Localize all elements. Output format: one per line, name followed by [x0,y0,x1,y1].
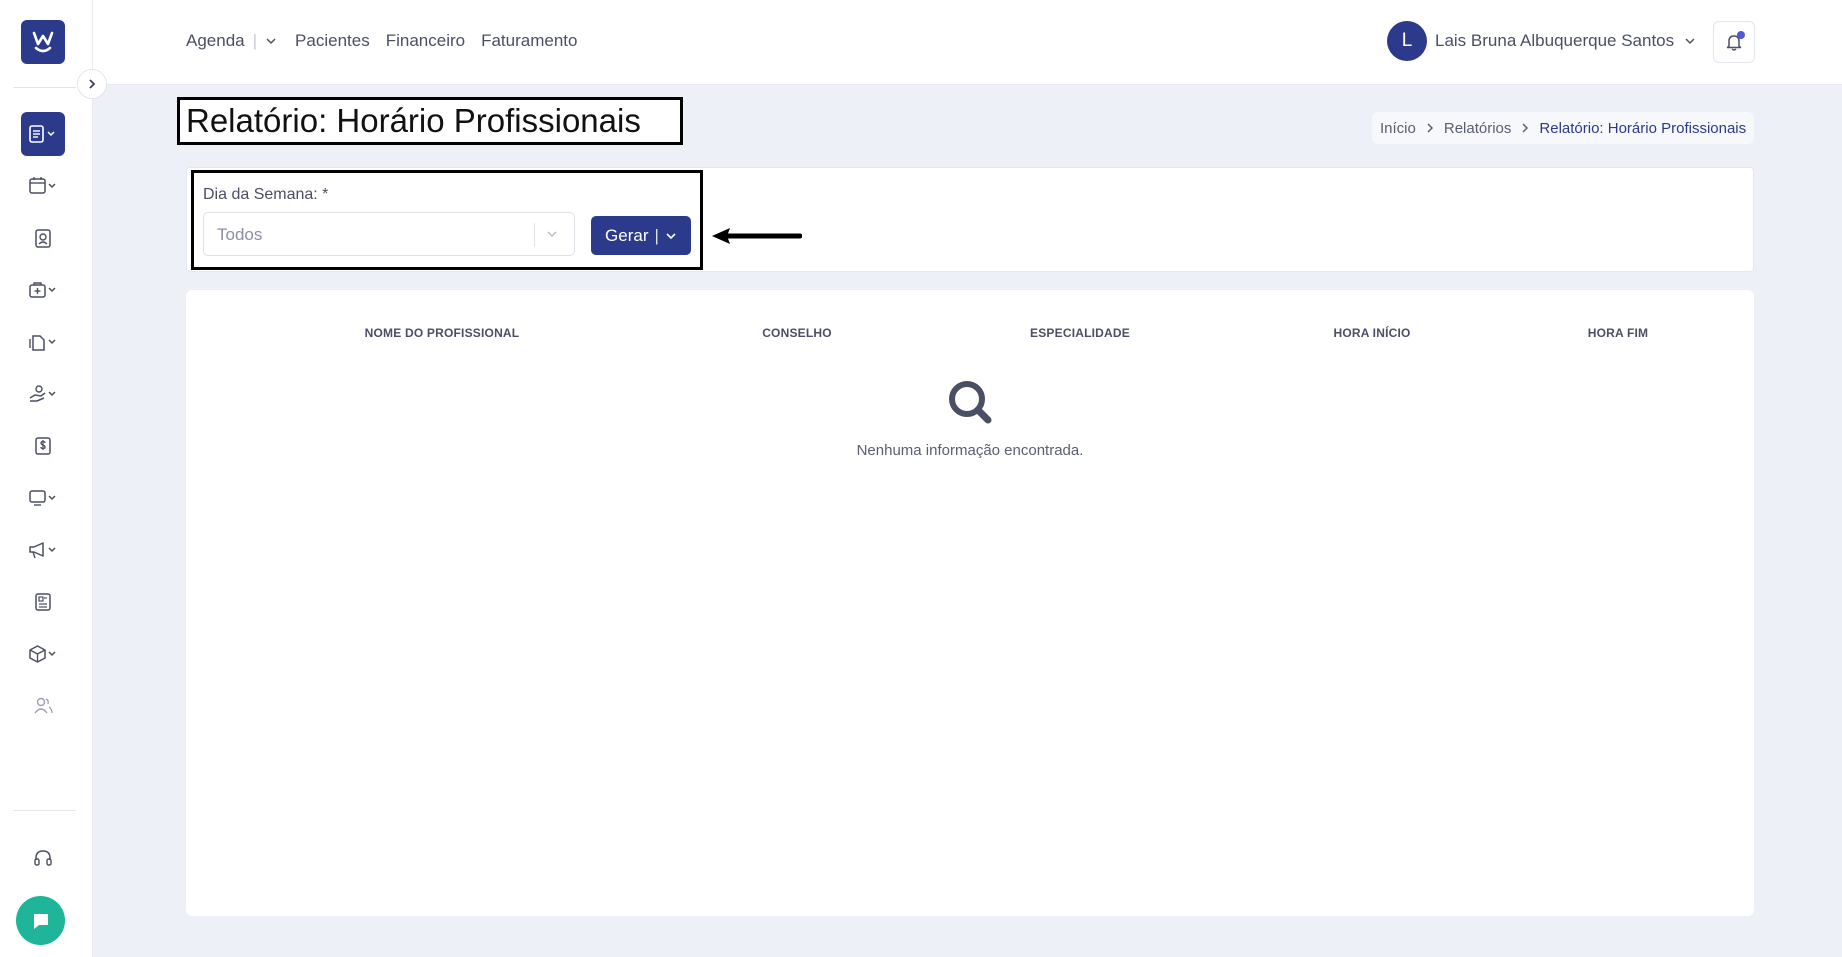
box-icon [29,645,56,663]
notifications-button[interactable] [1713,21,1755,63]
sidebar-item-marketing[interactable] [21,528,65,572]
nav-agenda-dropdown[interactable] [265,35,277,47]
headset-icon [34,850,52,866]
sidebar [0,0,93,957]
nav-agenda[interactable]: Agenda [186,31,245,51]
sidebar-item-inventory[interactable] [21,632,65,676]
notification-badge [1737,31,1745,39]
chevron-right-icon [89,79,96,89]
calendar-icon [29,177,56,194]
sidebar-divider [13,87,76,88]
weekday-select-value: Todos [217,225,263,244]
megaphone-icon [29,542,56,559]
nav-separator: | [252,31,258,50]
dollar-icon [35,437,51,455]
breadcrumb-reports[interactable]: Relatórios [1444,120,1512,137]
chevron-down-icon [666,232,676,239]
sidebar-item-reports[interactable] [21,112,65,156]
sidebar-item-documents[interactable] [21,320,65,364]
sidebar-item-patients[interactable] [21,216,65,260]
nav-patients[interactable]: Pacientes [295,31,370,51]
page-title: Relatório: Horário Profissionais [186,102,641,139]
documents-icon [29,335,56,351]
chevron-right-icon [1425,123,1435,133]
sidebar-item-finance[interactable] [21,424,65,468]
button-separator: | [654,225,659,245]
sidebar-item-schedule[interactable] [21,164,65,208]
chat-icon [33,913,48,929]
select-divider [534,223,535,247]
column-header-name[interactable]: NOME DO PROFISSIONAL [365,326,520,340]
breadcrumb-current: Relatório: Horário Profissionais [1539,119,1747,137]
monitor-icon [29,490,56,506]
newspaper-icon [35,593,51,611]
chevron-down-icon [545,227,559,241]
breadcrumb: Início Relatórios Relatório: Horário Pro… [1372,112,1755,144]
report-icon [29,125,55,143]
sidebar-item-medical[interactable] [21,268,65,312]
column-header-end-time[interactable]: HORA FIM [1588,326,1648,340]
sidebar-item-billing[interactable] [21,372,65,416]
sidebar-divider-bottom [13,810,76,811]
page-title-highlight: Relatório: Horário Profissionais [177,97,683,145]
chevron-down-icon [266,38,276,45]
w-logo-icon[interactable] [21,20,65,64]
topbar: Agenda | Pacientes Financeiro Faturament… [93,0,1842,85]
search-icon [949,381,992,424]
patient-badge-icon [35,229,51,248]
sidebar-item-support[interactable] [21,836,65,880]
generate-button[interactable]: Gerar | [591,216,691,255]
nav-finance[interactable]: Financeiro [386,31,465,51]
weekday-label: Dia da Semana: * [203,186,329,203]
sidebar-toggle-button[interactable] [77,69,107,99]
user-menu[interactable]: L Lais Bruna Albuquerque Santos [1387,21,1696,61]
sidebar-item-users[interactable] [21,684,65,728]
hand-money-icon [29,385,56,402]
column-header-specialty[interactable]: ESPECIALIDADE [1030,326,1130,340]
avatar: L [1387,21,1427,61]
sidebar-item-news[interactable] [21,580,65,624]
nav-billing[interactable]: Faturamento [481,31,577,51]
generate-button-label: Gerar [605,225,649,245]
chevron-down-icon [1685,38,1695,45]
user-name: Lais Bruna Albuquerque Santos [1435,31,1675,50]
chat-button[interactable] [16,896,65,945]
empty-state-message: Nenhuma informação encontrada. [856,442,1084,459]
annotation-arrow-icon [712,228,802,244]
sidebar-item-monitor[interactable] [21,476,65,520]
medical-kit-icon [29,282,56,298]
user-menu-chevron [1684,35,1696,47]
main-nav: Agenda | Pacientes Financeiro Faturament… [186,31,593,51]
breadcrumb-home[interactable]: Início [1380,120,1416,137]
weekday-select[interactable]: Todos [203,212,575,256]
chevron-right-icon [1520,123,1530,133]
column-header-start-time[interactable]: HORA INÍCIO [1333,326,1410,340]
users-icon [34,697,53,714]
column-header-council[interactable]: CONSELHO [762,326,832,340]
